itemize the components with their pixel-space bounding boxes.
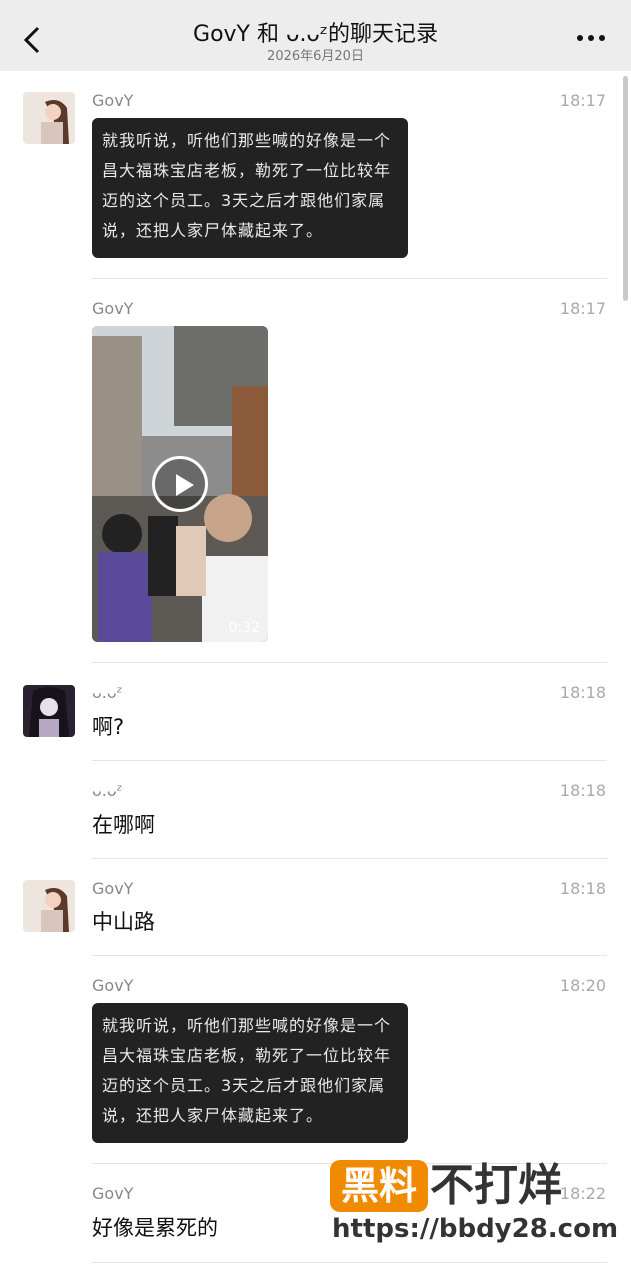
divider bbox=[92, 278, 607, 279]
avatar[interactable] bbox=[23, 685, 75, 737]
divider bbox=[92, 955, 607, 956]
sender-name: ᴗ.ᴗᶻ bbox=[92, 781, 123, 800]
chat-history-header: GovY 和 ᴗ.ᴗᶻ的聊天记录 2026年6月20日 bbox=[0, 0, 631, 71]
avatar[interactable] bbox=[23, 92, 75, 144]
image-message[interactable]: 就我听说，听他们那些喊的好像是一个昌大福珠宝店老板，勒死了一位比较年迈的这个员工… bbox=[92, 1003, 408, 1143]
watermark-url: https://bbdy28.com bbox=[332, 1214, 619, 1244]
watermark-badge: 黑料 bbox=[330, 1160, 428, 1212]
page-title: GovY 和 ᴗ.ᴗᶻ的聊天记录 bbox=[193, 22, 438, 47]
sender-name: GovY bbox=[92, 879, 134, 898]
more-dots-icon[interactable] bbox=[575, 28, 607, 48]
sender-name: GovY bbox=[92, 976, 134, 995]
video-duration: 0:32 bbox=[228, 620, 260, 636]
message-text: 啊? bbox=[92, 715, 125, 739]
avatar[interactable] bbox=[23, 880, 75, 932]
sender-name: GovY bbox=[92, 1184, 134, 1203]
image-message[interactable]: 就我听说，听他们那些喊的好像是一个昌大福珠宝店老板，勒死了一位比较年迈的这个员工… bbox=[92, 118, 408, 258]
message-time: 18:18 bbox=[559, 683, 606, 702]
play-icon[interactable] bbox=[152, 456, 208, 512]
watermark-slogan: 不打烊 bbox=[430, 1160, 562, 1211]
scrollbar[interactable] bbox=[623, 76, 628, 301]
image-text: 就我听说，听他们那些喊的好像是一个昌大福珠宝店老板，勒死了一位比较年迈的这个员工… bbox=[102, 1016, 392, 1125]
message-text: 在哪啊 bbox=[92, 813, 155, 837]
sender-name: GovY bbox=[92, 299, 134, 318]
message-time: 18:17 bbox=[559, 299, 606, 318]
page-date: 2026年6月20日 bbox=[267, 49, 364, 64]
message-time: 18:17 bbox=[559, 91, 606, 110]
divider bbox=[92, 760, 607, 761]
sender-name: ᴗ.ᴗᶻ bbox=[92, 683, 123, 702]
image-text: 就我听说，听他们那些喊的好像是一个昌大福珠宝店老板，勒死了一位比较年迈的这个员工… bbox=[102, 131, 392, 240]
message-time: 18:20 bbox=[559, 976, 606, 995]
message-time: 18:18 bbox=[559, 781, 606, 800]
watermark: 黑料 不打烊 https://bbdy28.com bbox=[330, 1158, 618, 1270]
message-text: 好像是累死的 bbox=[92, 1216, 218, 1240]
video-message[interactable]: 0:32 bbox=[92, 326, 268, 642]
divider bbox=[92, 662, 607, 663]
sender-name: GovY bbox=[92, 91, 134, 110]
divider bbox=[92, 858, 607, 859]
message-text: 中山路 bbox=[92, 910, 155, 934]
message-time: 18:18 bbox=[559, 879, 606, 898]
